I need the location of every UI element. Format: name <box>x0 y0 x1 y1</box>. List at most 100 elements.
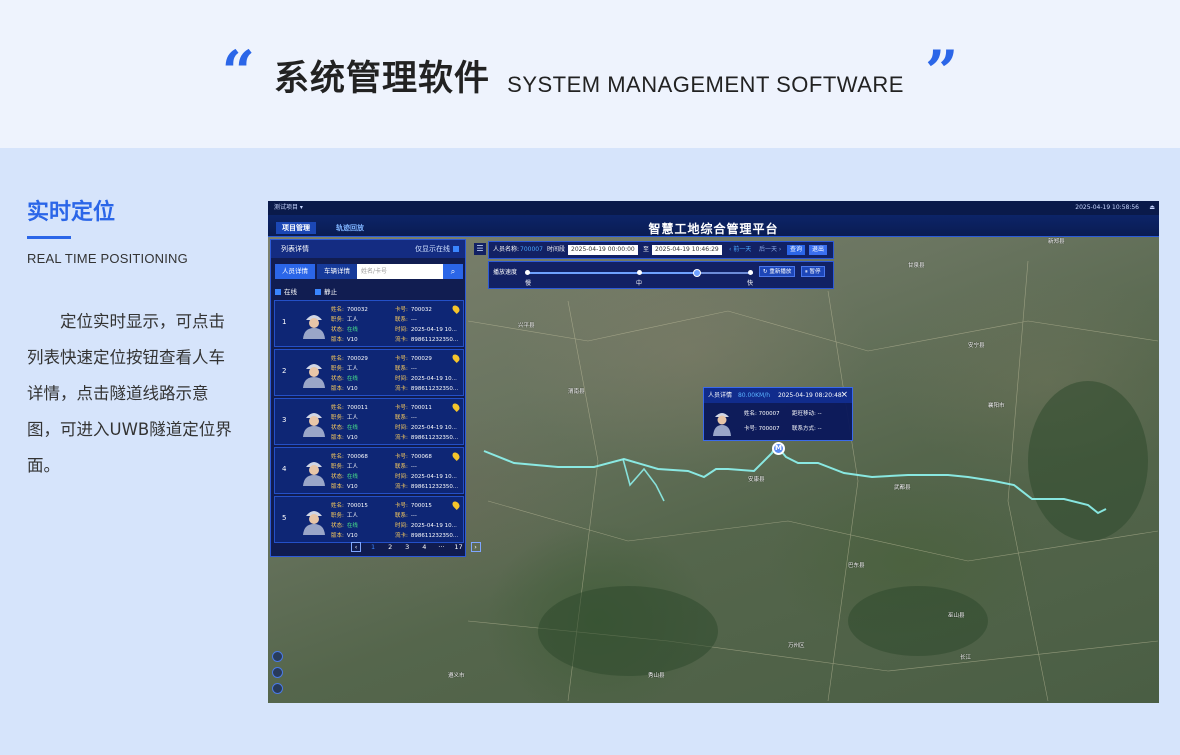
field-value: --- <box>410 366 417 372</box>
person-card[interactable]: 4 姓名: 700068 职务: 工人 状态: 在线 版本: V10 卡号: 700068 联系: -… <box>274 447 464 494</box>
person-name: 姓名: 700068 <box>331 452 368 462</box>
person-status: 状态: 在线 <box>331 423 358 433</box>
person-name-label: 人员名称: <box>493 246 520 253</box>
prev-day-button[interactable]: ‹ 前一天 <box>729 242 751 258</box>
field-value: 2025-04-19 10... <box>410 376 457 382</box>
checkbox-icon[interactable] <box>453 246 459 252</box>
field-label: 流卡: <box>395 533 408 539</box>
page-button[interactable]: 1 <box>368 543 378 551</box>
person-name-value[interactable]: 700007 <box>520 242 543 258</box>
locate-pin-icon[interactable] <box>451 304 461 314</box>
filter-stationary[interactable]: 静止 <box>315 288 345 296</box>
map-label: 巫山县 <box>948 613 965 619</box>
field-value: V10 <box>346 484 358 490</box>
filter-stationary-label: 静止 <box>324 288 338 296</box>
playback-controls: 播放速度 慢 中 快 ↻ 重新播放 ⏸ 暂停 <box>488 261 834 289</box>
pause-button[interactable]: ⏸ 暂停 <box>801 266 825 277</box>
field-value: 700011 <box>410 405 432 411</box>
popup-name-label: 姓名: <box>744 411 757 417</box>
worker-avatar <box>303 364 325 388</box>
person-version: 版本: V10 <box>331 531 358 541</box>
next-page-button[interactable]: › <box>470 542 481 552</box>
popup-card: 卡号: 700007 <box>744 424 780 432</box>
field-label: 联系: <box>395 317 408 323</box>
field-label: 版本: <box>331 484 344 490</box>
person-detail-popup: 人员详情 80.00KM/h 2025-04-19 08:20:48 × 姓名:… <box>703 387 853 441</box>
person-card[interactable]: 2 姓名: 700029 职务: 工人 状态: 在线 版本: V10 卡号: 700029 联系: -… <box>274 349 464 396</box>
person-card[interactable]: 5 姓名: 700015 职务: 工人 状态: 在线 版本: V10 卡号: 700015 联系: -… <box>274 496 464 543</box>
person-sim: 流卡: 898611232350... <box>395 531 458 541</box>
page-button[interactable]: 3 <box>402 543 412 551</box>
locate-pin-icon[interactable] <box>451 500 461 510</box>
field-label: 时间: <box>395 425 408 431</box>
next-day-button[interactable]: 后一天 › <box>759 242 781 258</box>
map-zoom-in-icon[interactable] <box>272 667 283 678</box>
popup-header: 人员详情 80.00KM/h 2025-04-19 08:20:48 × <box>704 388 852 403</box>
replay-button[interactable]: ↻ 重新播放 <box>759 266 796 277</box>
person-location-marker[interactable]: M <box>772 442 785 455</box>
field-value: 898611232350... <box>410 337 459 343</box>
popup-mileage-value: -- <box>817 411 822 417</box>
map-label: 遵义市 <box>448 673 465 679</box>
start-time-input[interactable]: 2025-04-19 00:00:00 <box>568 245 638 255</box>
field-label: 姓名: <box>331 454 344 460</box>
field-label: 流卡: <box>395 386 408 392</box>
only-online-toggle[interactable]: 仅显示在线 <box>415 240 459 258</box>
person-card: 卡号: 700032 <box>395 305 432 315</box>
close-icon[interactable]: × <box>840 388 848 403</box>
field-value: 2025-04-19 10... <box>410 327 457 333</box>
prev-page-button[interactable]: ‹ <box>351 542 361 552</box>
person-card[interactable]: 1 姓名: 700032 职务: 工人 状态: 在线 版本: V10 卡号: 700032 联系: -… <box>274 300 464 347</box>
map-zoom-out-icon[interactable] <box>272 683 283 694</box>
filter-online[interactable]: 在线 <box>275 288 305 296</box>
field-label: 时间: <box>395 523 408 529</box>
popup-speed: 80.00KM/h <box>737 392 771 399</box>
person-job: 职务: 工人 <box>331 511 358 521</box>
person-time: 时间: 2025-04-19 10... <box>395 374 457 384</box>
speed-label: 播放速度 <box>493 269 518 276</box>
tab-vehicle-details[interactable]: 车辆详情 <box>317 264 357 279</box>
field-value: --- <box>410 415 417 421</box>
exit-button[interactable]: 退出 <box>809 245 828 255</box>
speed-tick-slow: 慢 <box>525 280 532 287</box>
map-locate-icon[interactable] <box>272 651 283 662</box>
end-time-input[interactable]: 2025-04-19 10:46:29 <box>652 245 722 255</box>
page-title: 系统管理软件 <box>274 59 491 99</box>
field-label: 版本: <box>331 435 344 441</box>
page-button[interactable]: 2 <box>385 543 395 551</box>
locate-pin-icon[interactable] <box>451 451 461 461</box>
list-toggle-icon[interactable]: ☰ <box>474 243 486 255</box>
query-button[interactable]: 查询 <box>787 245 806 255</box>
person-time: 时间: 2025-04-19 10... <box>395 423 457 433</box>
checkbox-icon[interactable] <box>315 289 322 295</box>
person-card[interactable]: 3 姓名: 700011 职务: 工人 状态: 在线 版本: V10 卡号: 700011 联系: -… <box>274 398 464 445</box>
field-label: 状态: <box>331 327 344 333</box>
speed-slider-handle[interactable] <box>692 269 701 277</box>
app-screenshot: 测试项目 ▾ 2025-04-19 10:58:56 ⏏ 智慧工地综合管理平台 … <box>268 201 1159 703</box>
field-value: 700015 <box>410 503 432 509</box>
search-icon[interactable]: ⌕ <box>443 264 463 279</box>
field-label: 职务: <box>331 464 344 470</box>
popup-timestamp: 2025-04-19 08:20:48 <box>777 392 842 399</box>
field-label: 时间: <box>395 376 408 382</box>
speed-stop <box>637 270 642 275</box>
person-time: 时间: 2025-04-19 10... <box>395 472 457 482</box>
field-value: 2025-04-19 10... <box>410 523 457 529</box>
locate-pin-icon[interactable] <box>451 402 461 412</box>
replay-button-label: 重新播放 <box>769 269 792 275</box>
person-index: 5 <box>282 514 287 522</box>
map-label: 秀山县 <box>648 673 665 679</box>
list-tabs: 人员详情 车辆详情 姓名/卡号 ⌕ <box>271 264 465 286</box>
search-input[interactable]: 姓名/卡号 <box>357 264 443 279</box>
speed-slider[interactable] <box>525 269 753 277</box>
field-label: 职务: <box>331 317 344 323</box>
tab-person-details[interactable]: 人员详情 <box>275 264 315 279</box>
locate-pin-icon[interactable] <box>451 353 461 363</box>
field-label: 姓名: <box>331 405 344 411</box>
map-label: 新郑县 <box>1048 239 1065 245</box>
checkbox-icon[interactable] <box>275 289 281 295</box>
page-button[interactable]: 17 <box>453 543 463 551</box>
speed-tick-medium: 中 <box>636 280 643 287</box>
person-name: 姓名: 700015 <box>331 501 368 511</box>
page-button[interactable]: 4 <box>419 543 429 551</box>
